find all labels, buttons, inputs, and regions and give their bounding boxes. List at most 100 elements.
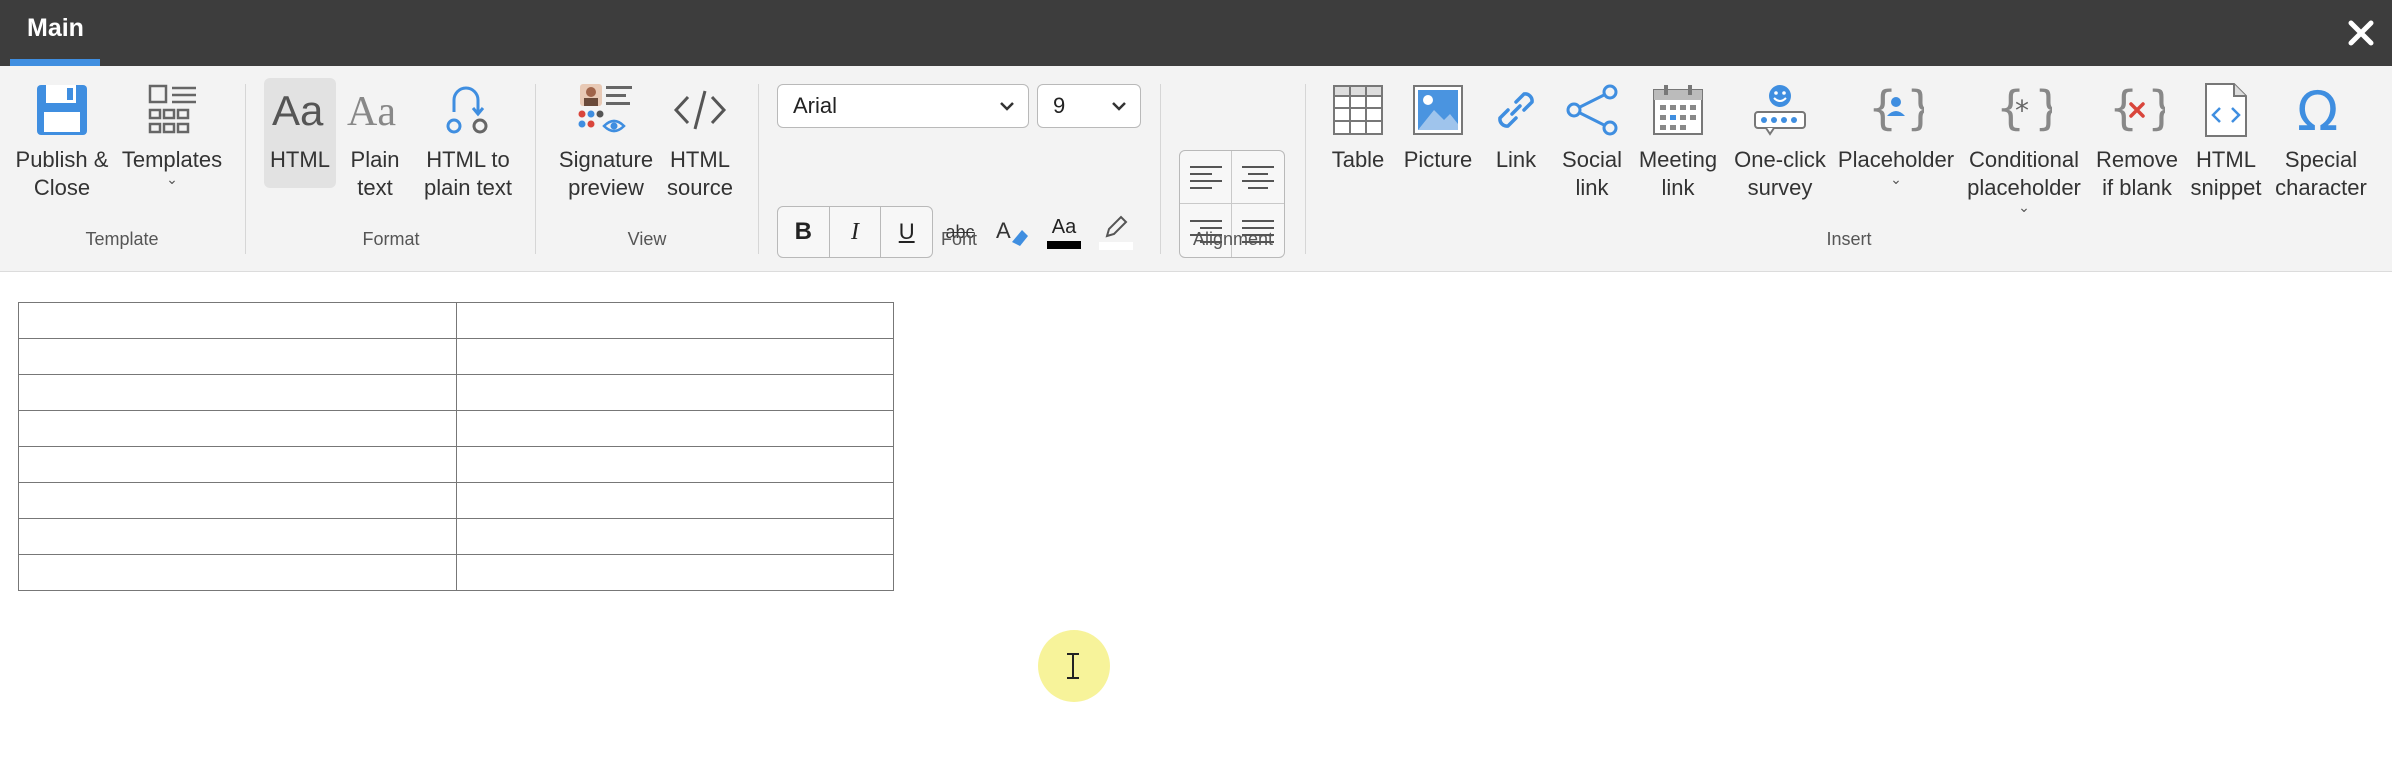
publish-close-button[interactable]: Publish & Close	[14, 78, 110, 202]
insert-survey-button[interactable]: One-click survey	[1730, 78, 1830, 202]
document-table[interactable]	[18, 302, 894, 591]
table-cell[interactable]	[18, 338, 457, 375]
chevron-down-icon	[1000, 102, 1014, 111]
table-cell[interactable]	[455, 554, 894, 591]
publish-label-2: Close	[33, 175, 91, 200]
insert-placeholder-button[interactable]: { } Placeholder ⌄	[1838, 78, 1954, 186]
templates-icon	[140, 78, 204, 142]
remove-label-2: if blank	[2102, 175, 2172, 200]
templates-button[interactable]: Templates ⌄	[121, 78, 223, 186]
plain-label-2: text	[357, 175, 393, 200]
code-icon	[668, 78, 732, 142]
table-row	[18, 518, 894, 555]
insert-link-button[interactable]: Link	[1484, 78, 1548, 174]
table-cell[interactable]	[455, 482, 894, 519]
chevron-down-icon: ⌄	[2018, 199, 2030, 215]
meeting-label-1: Meeting	[1638, 147, 1718, 172]
special-label-2: character	[2275, 175, 2367, 200]
plain-text-icon: Aa	[343, 78, 407, 142]
table-cell[interactable]	[455, 410, 894, 447]
table-cell[interactable]	[18, 518, 457, 555]
table-cell[interactable]	[18, 554, 457, 591]
signature-preview-icon	[574, 78, 638, 142]
signature-label-1: Signature	[558, 147, 654, 172]
signature-preview-button[interactable]: Signature preview	[556, 78, 656, 202]
meeting-label-2: link	[1661, 175, 1695, 200]
insert-table-button[interactable]: Table	[1326, 78, 1390, 174]
title-bar: Main	[0, 0, 2392, 66]
source-label-1: HTML	[670, 147, 730, 172]
table-cell[interactable]	[18, 482, 457, 519]
html-to-plain-button[interactable]: HTML to plain text	[418, 78, 518, 202]
picture-icon	[1406, 78, 1470, 142]
table-cell[interactable]	[18, 410, 457, 447]
calendar-icon	[1646, 78, 1710, 142]
save-icon	[30, 78, 94, 142]
table-cell[interactable]	[455, 446, 894, 483]
svg-text:Ω: Ω	[2297, 82, 2338, 138]
source-label-2: source	[666, 175, 734, 200]
group-label-view: View	[627, 229, 667, 249]
insert-html-snippet-button[interactable]: HTML snippet	[2188, 78, 2264, 202]
table-row	[18, 554, 894, 591]
html-to-plain-label-2: plain text	[423, 175, 513, 200]
table-row	[18, 338, 894, 375]
tab-main[interactable]: Main	[10, 0, 100, 66]
insert-meeting-link-button[interactable]: Meeting link	[1636, 78, 1720, 202]
svg-text:}: }	[2147, 82, 2165, 135]
table-cell[interactable]	[455, 302, 894, 339]
svg-text:{: {	[1868, 82, 1897, 135]
table-row	[18, 302, 894, 339]
align-left-icon	[1189, 166, 1222, 189]
conditional-label-2: placeholder	[1967, 175, 2081, 200]
publish-label-1: Publish &	[15, 147, 109, 172]
table-cell[interactable]	[18, 374, 457, 411]
survey-icon	[1748, 78, 1812, 142]
table-row	[18, 446, 894, 483]
remove-if-blank-icon: { }	[2105, 78, 2169, 142]
font-size-select[interactable]: 9	[1037, 84, 1141, 128]
format-html-button[interactable]: Aa HTML	[264, 78, 336, 188]
share-icon	[1560, 78, 1624, 142]
format-html-label: HTML	[270, 147, 330, 172]
conditional-label-1: Conditional	[1968, 147, 2080, 172]
link-label: Link	[1495, 147, 1537, 172]
table-cell[interactable]	[455, 338, 894, 375]
insert-special-character-button[interactable]: Ω Special character	[2274, 78, 2368, 202]
align-center-icon	[1242, 166, 1274, 189]
svg-text:Aa: Aa	[347, 89, 396, 135]
conditional-placeholder-icon: { } *	[1992, 78, 2056, 142]
placeholder-icon: { }	[1864, 78, 1928, 142]
align-center-button[interactable]	[1232, 151, 1284, 204]
svg-text:*: *	[2015, 94, 2029, 127]
remove-if-blank-button[interactable]: { } Remove if blank	[2094, 78, 2180, 202]
table-cell[interactable]	[18, 446, 457, 483]
plain-label-1: Plain	[350, 147, 400, 172]
format-plain-text-button[interactable]: Aa Plain text	[340, 78, 410, 202]
table-row	[18, 482, 894, 519]
snippet-label-1: HTML	[2196, 147, 2256, 172]
group-label-template: Template	[85, 229, 159, 249]
insert-picture-button[interactable]: Picture	[1400, 78, 1476, 174]
html-source-button[interactable]: HTML source	[664, 78, 736, 202]
font-family-select[interactable]: Arial	[777, 84, 1029, 128]
html-format-icon: Aa	[268, 78, 332, 142]
text-cursor-icon	[1067, 653, 1079, 679]
omega-icon: Ω	[2289, 78, 2353, 142]
social-label-2: link	[1575, 175, 1609, 200]
survey-label-2: survey	[1747, 175, 1813, 200]
table-cell[interactable]	[18, 302, 457, 339]
table-cell[interactable]	[455, 374, 894, 411]
snippet-label-2: snippet	[2190, 175, 2262, 200]
table-icon	[1326, 78, 1390, 142]
close-icon[interactable]	[2344, 16, 2378, 50]
insert-social-link-button[interactable]: Social link	[1556, 78, 1628, 202]
insert-conditional-placeholder-button[interactable]: { } * Conditional placeholder ⌄	[1964, 78, 2084, 215]
tab-main-label: Main	[27, 14, 84, 42]
templates-label: Templates	[121, 147, 223, 172]
link-icon	[1484, 78, 1548, 142]
table-cell[interactable]	[455, 518, 894, 555]
align-left-button[interactable]	[1180, 151, 1232, 204]
table-row	[18, 410, 894, 447]
social-label-1: Social	[1562, 147, 1622, 172]
